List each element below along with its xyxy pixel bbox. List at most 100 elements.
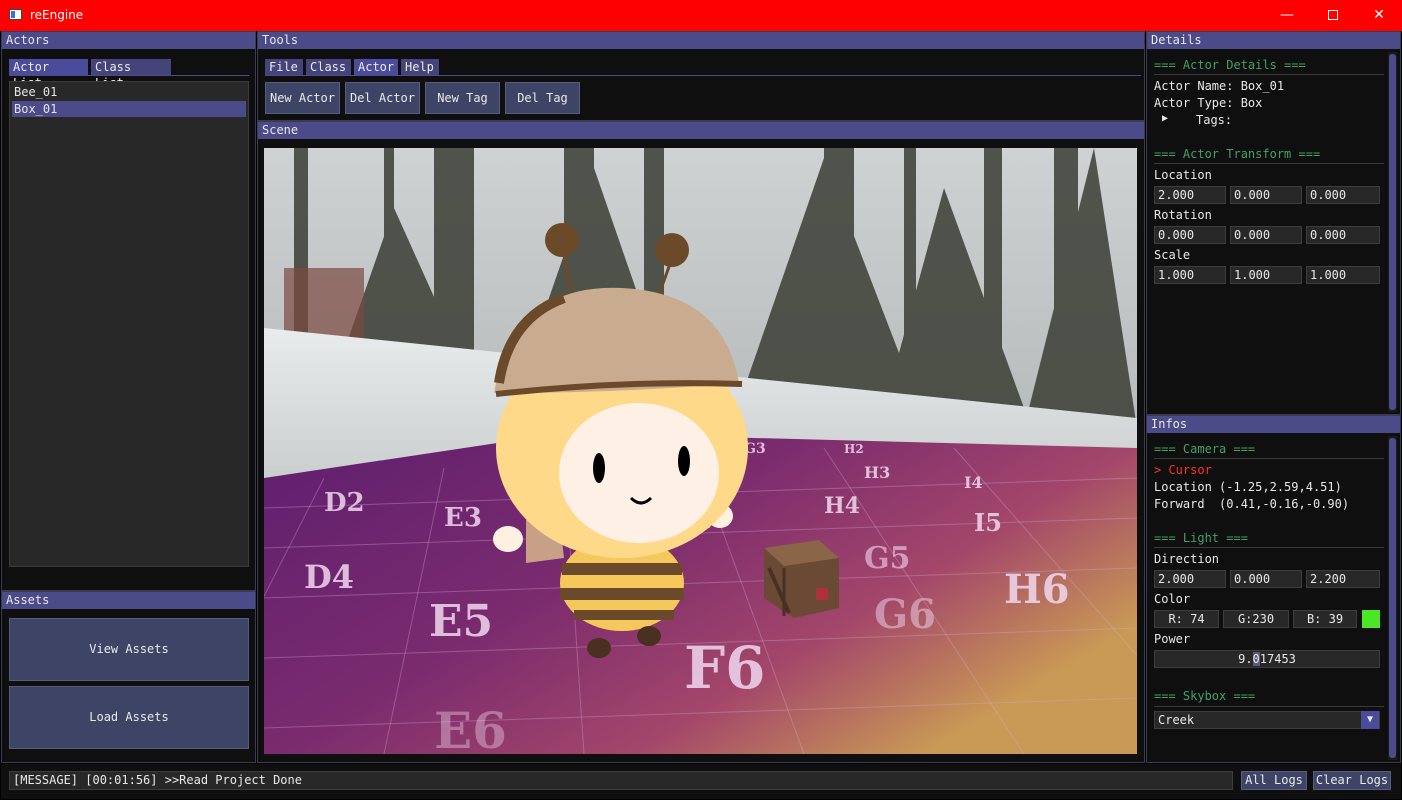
separator — [1154, 547, 1384, 548]
tile-label-h6: H6 — [1004, 566, 1070, 613]
status-bar: [MESSAGE] [00:01:56] >>Read Project Done… — [1, 764, 1401, 799]
rotation-x-field[interactable]: 0.000 — [1154, 226, 1226, 244]
load-assets-button[interactable]: Load Assets — [9, 686, 249, 749]
direction-y-field[interactable]: 0.000 — [1230, 570, 1302, 588]
tile-label-e6: E6 — [434, 701, 507, 754]
actors-panel-title: Actors — [2, 32, 255, 49]
new-actor-button[interactable]: New Actor — [265, 82, 340, 114]
skybox-header: === Skybox === — [1154, 689, 1256, 703]
tags-expand-icon[interactable]: ▶ — [1162, 113, 1168, 124]
tile-label-e5: E5 — [429, 596, 493, 647]
power-value: 9.017453 — [1238, 652, 1296, 666]
tile-label-d2: D2 — [324, 488, 365, 518]
tile-label-h4: H4 — [824, 493, 860, 519]
separator — [1154, 163, 1384, 164]
chevron-down-icon[interactable]: ▼ — [1361, 711, 1379, 729]
details-scrollbar[interactable] — [1388, 52, 1397, 412]
infos-scroll-thumb[interactable] — [1389, 438, 1396, 758]
del-tag-button[interactable]: Del Tag — [505, 82, 580, 114]
color-b-field[interactable]: B: 39 — [1293, 610, 1357, 628]
maximize-icon — [1328, 10, 1338, 20]
menu-file[interactable]: File — [265, 59, 303, 75]
scale-x-field[interactable]: 1.000 — [1154, 266, 1226, 284]
tile-label-i4: I4 — [964, 473, 983, 492]
infos-scrollbar[interactable] — [1388, 436, 1397, 760]
rotation-y-field[interactable]: 0.000 — [1230, 226, 1302, 244]
scene-render: D2 E3 D4 E5 F6 E6 G6 H6 H4 I5 G5 G3 H3 H… — [264, 148, 1137, 754]
tile-label-h2: H2 — [844, 442, 864, 456]
window-title: reEngine — [30, 8, 84, 22]
cabin — [284, 268, 364, 338]
location-x-field[interactable]: 2.000 — [1154, 186, 1226, 204]
assets-panel-title: Assets — [2, 592, 255, 609]
scene-viewport[interactable]: D2 E3 D4 E5 F6 E6 G6 H6 H4 I5 G5 G3 H3 H… — [264, 148, 1137, 754]
assets-panel: Assets View Assets Load Assets — [1, 591, 256, 763]
rotation-label: Rotation — [1154, 208, 1212, 222]
separator — [1154, 458, 1384, 459]
scale-label: Scale — [1154, 248, 1191, 262]
location-y-field[interactable]: 0.000 — [1230, 186, 1302, 204]
tools-panel: Tools File Class Actor Help New Actor De… — [257, 31, 1145, 121]
clear-logs-button[interactable]: Clear Logs — [1313, 771, 1391, 790]
maximize-button[interactable] — [1310, 0, 1356, 31]
scale-z-field[interactable]: 1.000 — [1306, 266, 1380, 284]
color-g-field[interactable]: G:230 — [1223, 610, 1289, 628]
actor-transform-header: === Actor Transform === — [1154, 147, 1321, 161]
power-label: Power — [1154, 632, 1191, 646]
tile-label-e3: E3 — [444, 503, 482, 533]
infos-panel: Infos === Camera === > Cursor Location (… — [1146, 415, 1401, 763]
camera-forward-text: Forward (0.41,-0.16,-0.90) — [1154, 497, 1350, 511]
tile-label-g5: G5 — [864, 541, 911, 576]
skybox-dropdown[interactable]: Creek ▼ — [1154, 711, 1380, 729]
color-swatch[interactable] — [1362, 610, 1380, 628]
new-tag-button[interactable]: New Tag — [425, 82, 500, 114]
skybox-value: Creek — [1158, 713, 1195, 727]
separator — [1154, 706, 1384, 707]
color-r-field[interactable]: R: 74 — [1154, 610, 1219, 628]
tools-panel-title: Tools — [258, 32, 1144, 49]
tile-label-g6: G6 — [874, 591, 936, 638]
list-item-box-01[interactable]: Box_01 — [12, 101, 246, 117]
title-bar: reEngine — ✕ — [0, 0, 1402, 31]
rotation-z-field[interactable]: 0.000 — [1306, 226, 1380, 244]
del-actor-button[interactable]: Del Actor — [345, 82, 420, 114]
separator — [1154, 74, 1384, 75]
menu-actor[interactable]: Actor — [354, 59, 398, 75]
tab-actor-list[interactable]: Actor List — [9, 59, 88, 90]
actor-name-label: Actor Name: Box_01 — [1154, 79, 1285, 93]
infos-panel-title: Infos — [1147, 416, 1400, 433]
log-message: [MESSAGE] [00:01:56] >>Read Project Done — [9, 771, 1233, 790]
power-slider[interactable]: 9.017453 — [1154, 650, 1380, 668]
tile-label-d4: D4 — [304, 558, 354, 596]
tile-label-i5: I5 — [974, 508, 1002, 537]
details-scroll-thumb[interactable] — [1389, 54, 1396, 410]
tab-underline — [9, 75, 249, 76]
menu-help[interactable]: Help — [401, 59, 439, 75]
app-icon — [9, 9, 22, 20]
tab-class-list[interactable]: Class List — [91, 59, 171, 90]
location-label: Location — [1154, 168, 1212, 182]
camera-header: === Camera === — [1154, 442, 1256, 456]
editor-client-area: Actors Actor List Class List Bee_01 Box_… — [1, 31, 1401, 799]
menu-underline — [265, 75, 1141, 76]
actor-list[interactable]: Bee_01 Box_01 — [9, 81, 249, 567]
cursor-label: > Cursor — [1154, 463, 1212, 477]
menu-class[interactable]: Class — [306, 59, 351, 75]
actor-details-header: === Actor Details === — [1154, 58, 1306, 72]
tile-label-h3: H3 — [864, 463, 890, 482]
minimize-button[interactable]: — — [1264, 0, 1310, 31]
direction-z-field[interactable]: 2.200 — [1306, 570, 1380, 588]
color-label: Color — [1154, 592, 1191, 606]
direction-x-field[interactable]: 2.000 — [1154, 570, 1226, 588]
scale-y-field[interactable]: 1.000 — [1230, 266, 1302, 284]
list-item-bee-01[interactable]: Bee_01 — [12, 84, 246, 100]
camera-location-text: Location (-1.25,2.59,4.51) — [1154, 480, 1342, 494]
details-panel-title: Details — [1147, 32, 1400, 49]
light-header: === Light === — [1154, 531, 1248, 545]
close-button[interactable]: ✕ — [1356, 0, 1402, 31]
location-z-field[interactable]: 0.000 — [1306, 186, 1380, 204]
tags-label[interactable]: Tags: — [1196, 113, 1232, 127]
all-logs-button[interactable]: All Logs — [1241, 771, 1307, 790]
actors-panel: Actors Actor List Class List Bee_01 Box_… — [1, 31, 256, 591]
view-assets-button[interactable]: View Assets — [9, 618, 249, 681]
